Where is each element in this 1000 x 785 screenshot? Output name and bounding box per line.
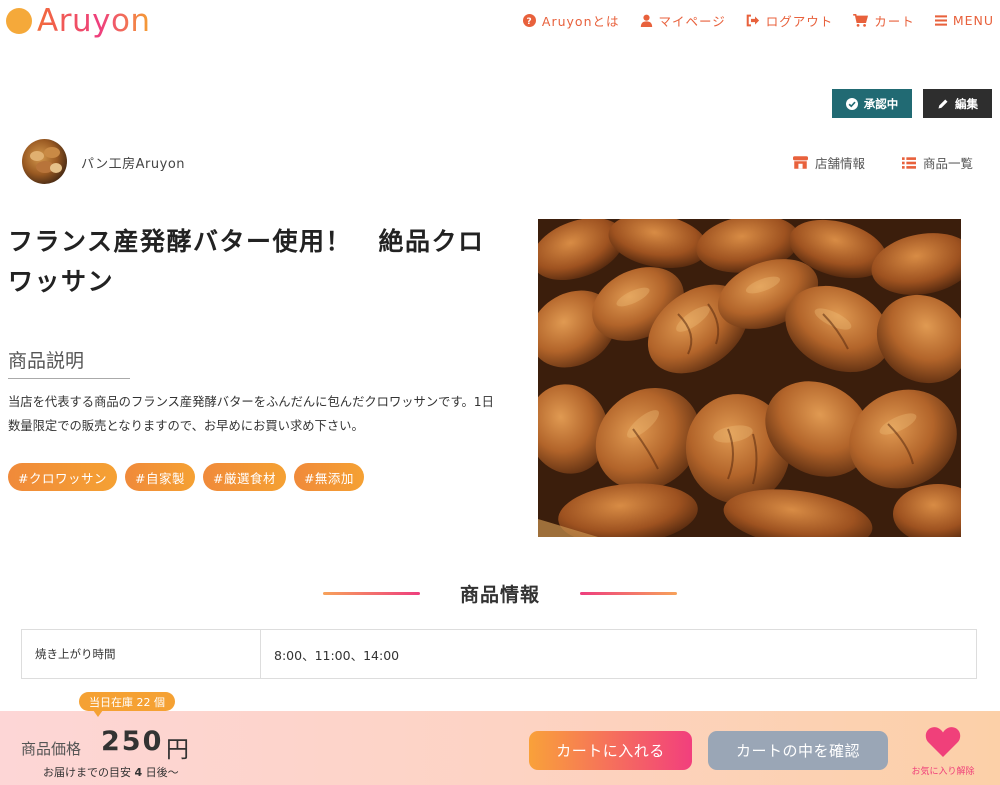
heading-divider bbox=[580, 592, 677, 595]
product-info-title: 商品情報 bbox=[459, 584, 540, 606]
price-unit: 円 bbox=[166, 737, 189, 763]
nav-label: マイページ bbox=[658, 14, 726, 29]
nav-item-mypage[interactable]: マイページ bbox=[640, 11, 726, 30]
tag-chip[interactable]: #クロワッサン bbox=[8, 463, 117, 491]
nav-label: MENU bbox=[952, 13, 994, 28]
stock-badge: 当日在庫 22 個 bbox=[79, 692, 175, 717]
heading-divider bbox=[322, 592, 420, 595]
add-to-cart-button[interactable]: カートに入れる bbox=[529, 731, 692, 770]
sign-out-icon bbox=[746, 14, 760, 27]
delivery-suffix: 日後〜 bbox=[145, 766, 179, 779]
user-icon bbox=[640, 14, 653, 27]
question-circle-icon: ? bbox=[522, 14, 536, 27]
product-title: フランス産発酵バター使用！ 絶品クロワッサン bbox=[8, 227, 485, 296]
info-row-value: 8:00、11:00、14:00 bbox=[274, 647, 400, 663]
edit-label: 編集 bbox=[955, 96, 978, 111]
list-icon bbox=[902, 156, 916, 169]
approval-status-badge: 承認中 bbox=[832, 89, 912, 118]
delivery-prefix: お届けまでの目安 bbox=[43, 766, 131, 779]
tag-chip[interactable]: #自家製 bbox=[124, 463, 195, 491]
info-row-label: 焼き上がり時間 bbox=[22, 630, 261, 678]
logo-text: Aruyon bbox=[37, 3, 151, 39]
logo-mark-icon bbox=[6, 8, 32, 34]
purchase-bar: 商品価格 250 円 お届けまでの目安 4 日後〜 カートに入れる カートの中を… bbox=[0, 711, 1000, 785]
tag-chip[interactable]: #無添加 bbox=[293, 463, 364, 491]
shop-avatar[interactable] bbox=[22, 139, 67, 184]
pencil-icon bbox=[937, 98, 949, 110]
nav-item-cart[interactable]: カート bbox=[853, 11, 915, 30]
product-photo bbox=[538, 219, 961, 537]
view-cart-button[interactable]: カートの中を確認 bbox=[708, 731, 888, 770]
product-list-label: 商品一覧 bbox=[923, 156, 974, 171]
price-label: 商品価格 bbox=[21, 740, 82, 758]
svg-text:?: ? bbox=[526, 17, 532, 27]
price-value: 250 bbox=[101, 726, 164, 757]
nav-item-logout[interactable]: ログアウト bbox=[746, 11, 834, 30]
favorite-toggle[interactable]: お気に入り解除 bbox=[908, 726, 978, 777]
favorite-label: お気に入り解除 bbox=[911, 767, 975, 777]
site-logo[interactable]: Aruyon bbox=[6, 4, 151, 38]
main-nav: ? Aruyonとは マイページ ログアウト カート MENU bbox=[503, 11, 994, 30]
heart-icon bbox=[925, 727, 961, 762]
product-list-link[interactable]: 商品一覧 bbox=[902, 153, 973, 172]
product-description: 当店を代表する商品のフランス産発酵バターをふんだんに包んだクロワッサンです。1日… bbox=[8, 395, 494, 433]
product-info-table: 焼き上がり時間 8:00、11:00、14:00 bbox=[21, 629, 977, 679]
product-info-heading: 商品情報 bbox=[0, 580, 1000, 607]
nav-item-menu[interactable]: MENU bbox=[934, 13, 994, 28]
nav-label: カート bbox=[874, 14, 915, 29]
tag-list: #クロワッサン #自家製 #厳選食材 #無添加 bbox=[8, 463, 372, 491]
delivery-estimate: お届けまでの目安 4 日後〜 bbox=[43, 764, 179, 780]
cart-icon bbox=[853, 14, 869, 27]
edit-button[interactable]: 編集 bbox=[923, 89, 992, 118]
shop-name[interactable]: パン工房Aruyon bbox=[81, 153, 185, 172]
shop-info-link[interactable]: 店舗情報 bbox=[793, 153, 865, 172]
nav-item-about[interactable]: ? Aruyonとは bbox=[522, 11, 620, 30]
site-header: Aruyon ? Aruyonとは マイページ ログアウト カート MENU bbox=[0, 0, 1000, 42]
shop-info-label: 店舗情報 bbox=[815, 156, 866, 171]
nav-label: Aruyonとは bbox=[541, 14, 620, 29]
approval-status-label: 承認中 bbox=[863, 96, 899, 111]
check-circle-icon bbox=[845, 97, 858, 110]
description-heading: 商品説明 bbox=[8, 346, 130, 379]
menu-icon bbox=[934, 15, 947, 26]
tag-chip[interactable]: #厳選食材 bbox=[202, 463, 286, 491]
store-icon bbox=[793, 156, 808, 169]
delivery-days: 4 bbox=[134, 766, 143, 779]
nav-label: ログアウト bbox=[765, 14, 834, 29]
